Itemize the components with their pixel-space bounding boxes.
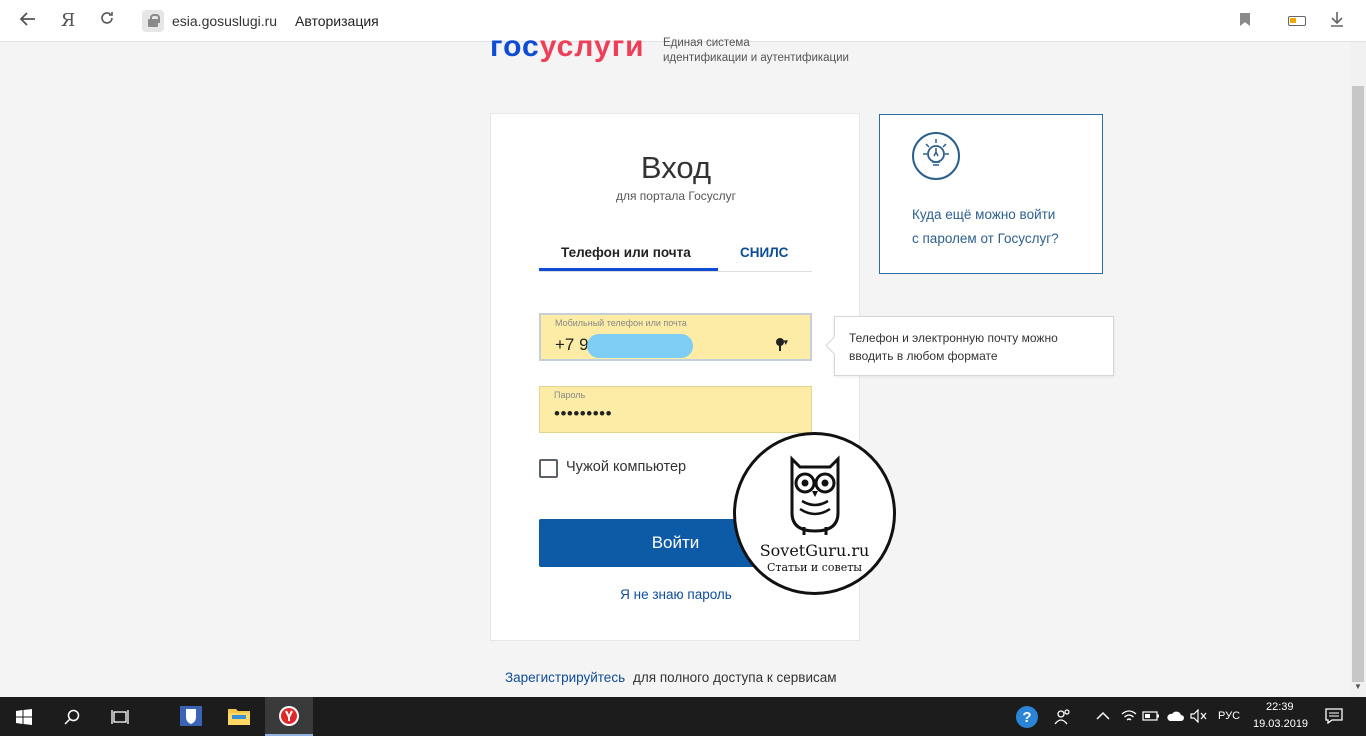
lightbulb-icon <box>911 131 961 181</box>
chevron-up-icon[interactable] <box>1090 697 1116 736</box>
phone-field-value: +7 9 <box>555 335 589 354</box>
where-else-login-text[interactable]: Куда ещё можно войти с паролем от Госусл… <box>912 203 1092 251</box>
phone-field-label: Мобильный телефон или почта <box>555 318 687 328</box>
wifi-icon[interactable] <box>1118 697 1140 736</box>
foreign-computer-label[interactable]: Чужой компьютер <box>566 459 686 475</box>
foreign-computer-checkbox[interactable] <box>539 459 558 478</box>
windows-start-icon[interactable] <box>0 697 48 736</box>
password-field[interactable]: Пароль ••••••••• <box>539 386 812 433</box>
tooltip-line1: Телефон и электронную почту можно <box>849 331 1058 345</box>
download-icon[interactable] <box>1328 10 1346 30</box>
page-scrollbar[interactable]: ▼ <box>1350 42 1366 697</box>
language-indicator[interactable]: РУС <box>1218 710 1240 722</box>
address-domain: esia.gosuslugi.ru <box>172 13 278 29</box>
page-title-in-address: Авторизация <box>295 13 379 29</box>
tooltip-text: Телефон и электронную почту можно вводит… <box>849 329 1099 365</box>
tab-phone-or-email[interactable]: Телефон или почта <box>561 245 691 260</box>
yandex-browser-taskbar-icon[interactable] <box>265 697 313 736</box>
watermark-title: SovetGuru.ru <box>759 541 870 560</box>
owl-icon <box>790 455 840 535</box>
info-line1: Куда ещё можно войти <box>912 207 1056 222</box>
login-title: Вход <box>640 150 712 185</box>
reload-icon[interactable] <box>95 9 119 33</box>
logo-subtitle-line2: идентификации и аутентификации <box>663 52 849 64</box>
logo-part-uslugi: услуги <box>539 30 645 63</box>
redacted-mask <box>587 334 693 358</box>
address-bar[interactable]: esia.gosuslugi.ru Авторизация <box>138 6 1258 36</box>
file-explorer-icon[interactable] <box>215 697 263 736</box>
task-view-icon[interactable] <box>96 697 144 736</box>
register-link[interactable]: Зарегистрируйтесь <box>505 670 625 685</box>
people-icon[interactable] <box>1045 697 1081 736</box>
back-arrow-icon[interactable] <box>16 9 40 33</box>
battery-icon[interactable] <box>1288 16 1306 26</box>
security-app-icon[interactable] <box>167 697 215 736</box>
gosuslugi-logo[interactable]: госуслуги <box>490 30 645 64</box>
tooltip-line2: вводить в любом формате <box>849 349 998 363</box>
sovetguru-watermark: SovetGuru.ru Статьи и советы <box>733 432 896 595</box>
onedrive-icon[interactable] <box>1163 697 1187 736</box>
password-field-label: Пароль <box>554 390 586 400</box>
svg-text:?: ? <box>1022 709 1031 726</box>
register-text: для полного доступа к сервисам <box>633 670 837 685</box>
logo-part-gos: гос <box>490 30 540 63</box>
clock-time[interactable]: 22:39 <box>1266 701 1294 713</box>
login-tabs: Телефон или почта СНИЛС <box>539 234 812 272</box>
clock-date[interactable]: 19.03.2019 <box>1253 718 1308 730</box>
battery-tray-icon[interactable] <box>1140 697 1162 736</box>
password-field-value: ••••••••• <box>554 404 613 423</box>
help-icon[interactable]: ? <box>1003 697 1051 736</box>
logo-subtitle: Единая система идентификации и аутентифи… <box>663 36 849 66</box>
where-else-login-card[interactable]: Куда ещё можно войти с паролем от Госусл… <box>879 114 1103 274</box>
windows-taskbar: ? РУС 22:39 19.03.2019 <box>0 697 1366 736</box>
lock-icon[interactable] <box>142 10 164 32</box>
scrollbar-thumb[interactable] <box>1352 86 1364 682</box>
bookmark-icon[interactable] <box>1240 13 1250 26</box>
logo-subtitle-line1: Единая система <box>663 37 750 49</box>
login-subtitle: для портала Госуслуг <box>615 189 737 203</box>
notifications-icon[interactable] <box>1316 697 1352 736</box>
scroll-down-arrow-icon[interactable]: ▼ <box>1354 682 1362 691</box>
phone-format-tooltip: Телефон и электронную почту можно вводит… <box>834 316 1114 376</box>
phone-or-email-field[interactable]: Мобильный телефон или почта +7 9 ▾ <box>539 313 812 361</box>
watermark-subtitle: Статьи и советы <box>766 561 863 574</box>
yandex-logo-icon[interactable]: Я <box>56 9 80 33</box>
search-icon[interactable] <box>48 697 96 736</box>
speaker-muted-icon[interactable] <box>1187 697 1211 736</box>
active-tab-indicator <box>539 268 718 271</box>
info-line2: с паролем от Госуслуг? <box>912 231 1059 246</box>
chevron-down-icon[interactable]: ▾ <box>783 337 788 348</box>
tab-snils[interactable]: СНИЛС <box>740 245 788 260</box>
